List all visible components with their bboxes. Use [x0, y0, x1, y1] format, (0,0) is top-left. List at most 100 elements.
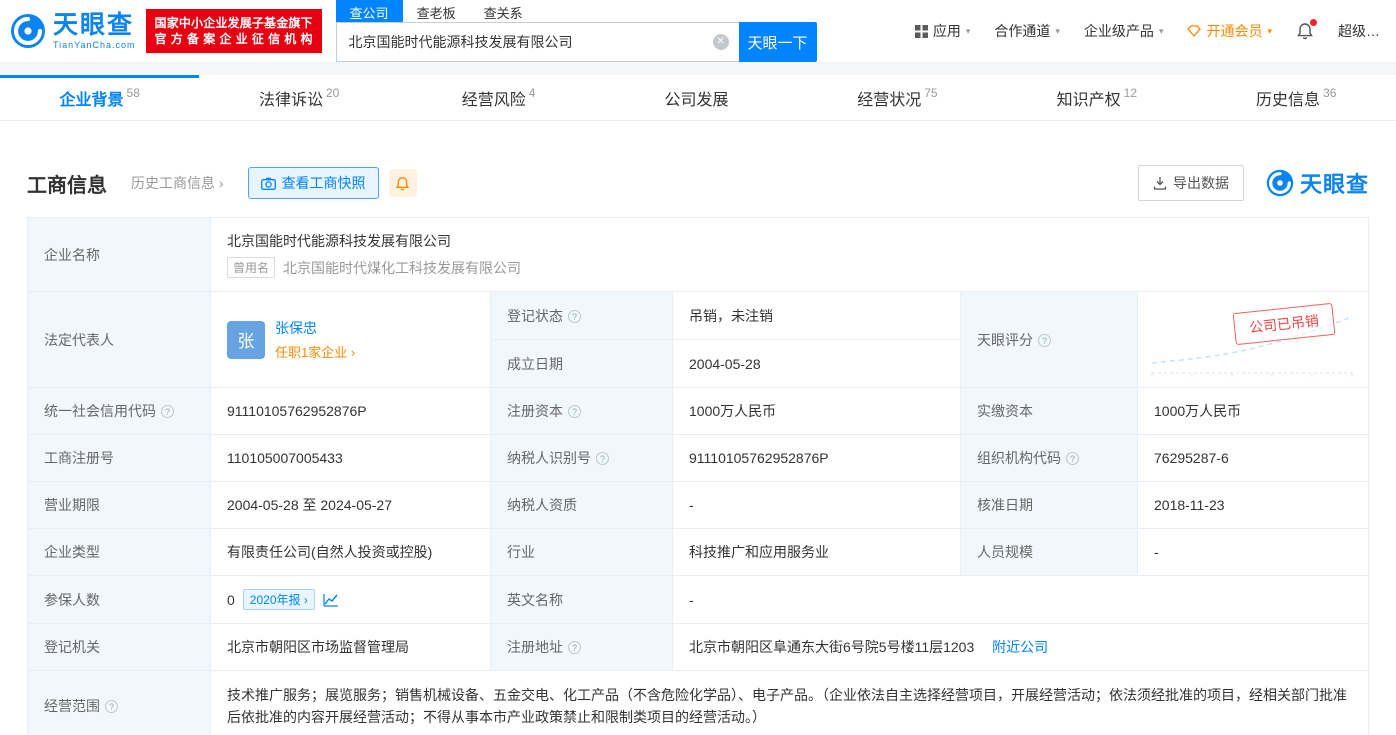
tab-company-background[interactable]: 企业背景 58 [0, 75, 200, 120]
tab-operation-risk[interactable]: 经营风险 4 [399, 75, 598, 120]
caret-down-icon: ▾ [1055, 25, 1060, 36]
download-icon [1153, 177, 1167, 190]
credit-code-value: 91110105762952876P [210, 387, 491, 435]
nav-partner-label: 合作通道 [994, 23, 1051, 39]
history-link-label: 历史工商信息 [131, 175, 215, 191]
help-icon[interactable]: ? [568, 405, 581, 418]
paid-capital-value: 1000万人民币 [1137, 387, 1369, 435]
search-tab-company[interactable]: 查公司 [335, 0, 403, 22]
legal-rep-name-link[interactable]: 张保忠 [275, 318, 355, 338]
legal-rep-label: 法定代表人 [27, 291, 211, 388]
tianyancha-logo[interactable]: 天眼查 TianYanCha.com [10, 10, 136, 50]
history-business-info-link[interactable]: 历史工商信息 › [131, 173, 224, 193]
reg-number-label: 工商注册号 [27, 434, 211, 482]
reg-authority-label: 登记机关 [27, 623, 211, 671]
tab-operation-status[interactable]: 经营状况 75 [798, 75, 997, 120]
nav-member-label: 开通会员 [1206, 23, 1263, 39]
reg-authority-value: 北京市朝阳区市场监督管理局 [210, 623, 491, 671]
paid-capital-label: 实缴资本 [960, 387, 1138, 435]
section-title: 工商信息 [27, 174, 107, 197]
approval-date-label: 核准日期 [960, 481, 1138, 529]
top-header: 天眼查 TianYanCha.com 国家中小企业发展子基金旗下 官方备案企业征… [0, 0, 1396, 62]
notifications-button[interactable] [1296, 19, 1317, 40]
bell-icon [395, 176, 410, 190]
nav-enterprise[interactable]: 企业级产品 ▾ [1084, 21, 1164, 41]
help-icon[interactable]: ? [568, 641, 581, 654]
search-block: 查公司 查老板 查关系 ✕ 天眼一下 [335, 0, 817, 62]
apps-grid-icon [914, 24, 928, 38]
tab-legal-litigation[interactable]: 法律诉讼 20 [199, 75, 398, 120]
export-button-label: 导出数据 [1172, 175, 1229, 191]
tab-intellectual-property[interactable]: 知识产权 12 [997, 75, 1196, 120]
table-row: 企业类型 有限责任公司(自然人投资或控股) 行业 科技推广和应用服务业 人员规模… [27, 528, 1369, 576]
view-snapshot-button[interactable]: 查看工商快照 [247, 167, 379, 199]
table-row: 法定代表人 张 张保忠 任职1家企业 › 登记状态? 吊销，未注销 天眼评分? [27, 291, 1369, 388]
annual-report-link[interactable]: 2020年报 › [242, 589, 315, 610]
company-tabbar: 企业背景 58 法律诉讼 20 经营风险 4 公司发展 经营状况 75 知识产权 12 历… [0, 75, 1396, 121]
help-icon[interactable]: ? [105, 700, 118, 713]
help-icon[interactable]: ? [1066, 452, 1079, 465]
company-name-value: 北京国能时代能源科技发展有限公司 [227, 233, 451, 249]
company-type-label: 企业类型 [27, 528, 211, 576]
org-code-label: 组织机构代码? [960, 434, 1138, 482]
establish-date-label: 成立日期 [490, 339, 673, 388]
monitor-bell-button[interactable] [388, 169, 417, 197]
tab-count: 75 [924, 85, 938, 100]
legal-rep-companies-link[interactable]: 任职1家企业 › [275, 342, 355, 361]
help-icon[interactable]: ? [568, 309, 581, 323]
search-input[interactable] [335, 22, 739, 62]
nav-super-label: 超级… [1338, 23, 1380, 39]
business-info-header: 工商信息 历史工商信息 › 查看工商快照 导出数据 天眼查 [27, 165, 1369, 201]
nav-apps[interactable]: 应用 ▾ [914, 21, 970, 41]
tab-count: 36 [1323, 85, 1337, 100]
help-icon[interactable]: ? [1038, 333, 1051, 347]
logo-name: 天眼查 [53, 10, 135, 39]
help-icon[interactable]: ? [161, 405, 174, 418]
government-badge: 国家中小企业发展子基金旗下 官方备案企业征信机构 [145, 9, 322, 53]
tab-count: 58 [126, 85, 140, 100]
insured-count-value: 0 [227, 591, 235, 608]
tab-company-development[interactable]: 公司发展 [598, 75, 797, 120]
table-row: 统一社会信用代码? 91110105762952876P 注册资本? 1000万… [27, 387, 1369, 435]
reg-capital-label: 注册资本? [490, 387, 673, 435]
tab-label: 公司发展 [664, 91, 729, 109]
trend-chart-icon[interactable] [323, 593, 339, 607]
tab-history-info[interactable]: 历史信息 36 [1197, 75, 1396, 120]
establish-date-value: 2004-05-28 [672, 339, 961, 388]
legal-rep-avatar[interactable]: 张 [227, 320, 265, 359]
tab-label: 法律诉讼 [258, 91, 323, 109]
search-tab-relation[interactable]: 查关系 [470, 0, 537, 22]
table-row: 企业名称 北京国能时代能源科技发展有限公司 曾用名 北京国能时代煤化工科技发展有… [27, 217, 1369, 292]
help-icon[interactable]: ? [596, 452, 609, 465]
chevron-right-icon: › [303, 593, 308, 607]
reg-status-label: 登记状态? [490, 291, 673, 340]
caret-down-icon: ▾ [1158, 25, 1164, 36]
score-label: 天眼评分? [960, 291, 1138, 388]
camera-icon [260, 177, 276, 190]
reg-address-value: 北京市朝阳区阜通东大街6号院5号楼11层1203 [689, 639, 975, 655]
nav-apps-label: 应用 [932, 23, 961, 39]
table-row: 经营范围? 技术推广服务；展览服务；销售机械设备、五金交电、化工产品（不含危险化… [27, 670, 1369, 735]
brand-name: 天眼查 [1299, 172, 1369, 197]
reg-status-value: 吊销，未注销 [672, 291, 961, 340]
table-row: 参保人数 0 2020年报 › 英文名称 - [27, 575, 1369, 624]
section-brand-logo: 天眼查 [1266, 167, 1369, 199]
tab-label: 经营状况 [857, 91, 922, 109]
nav-super[interactable]: 超级… [1338, 21, 1380, 41]
export-data-button[interactable]: 导出数据 [1137, 165, 1244, 201]
search-button[interactable]: 天眼一下 [738, 22, 817, 62]
company-name-label: 企业名称 [27, 217, 211, 292]
taxpayer-id-value: 91110105762952876P [672, 434, 961, 482]
vip-icon [1187, 25, 1202, 37]
tab-label: 知识产权 [1056, 91, 1121, 109]
caret-down-icon: ▾ [1267, 25, 1272, 36]
staff-size-value: - [1137, 528, 1369, 576]
search-tab-boss[interactable]: 查老板 [403, 0, 470, 22]
english-name-label: 英文名称 [490, 575, 673, 624]
clear-search-icon[interactable]: ✕ [712, 34, 729, 50]
nearby-companies-link[interactable]: 附近公司 [992, 639, 1048, 655]
nav-partner[interactable]: 合作通道 ▾ [994, 21, 1060, 41]
nav-member[interactable]: 开通会员 ▾ [1187, 21, 1272, 41]
industry-label: 行业 [490, 528, 673, 576]
notification-dot [1310, 19, 1317, 26]
